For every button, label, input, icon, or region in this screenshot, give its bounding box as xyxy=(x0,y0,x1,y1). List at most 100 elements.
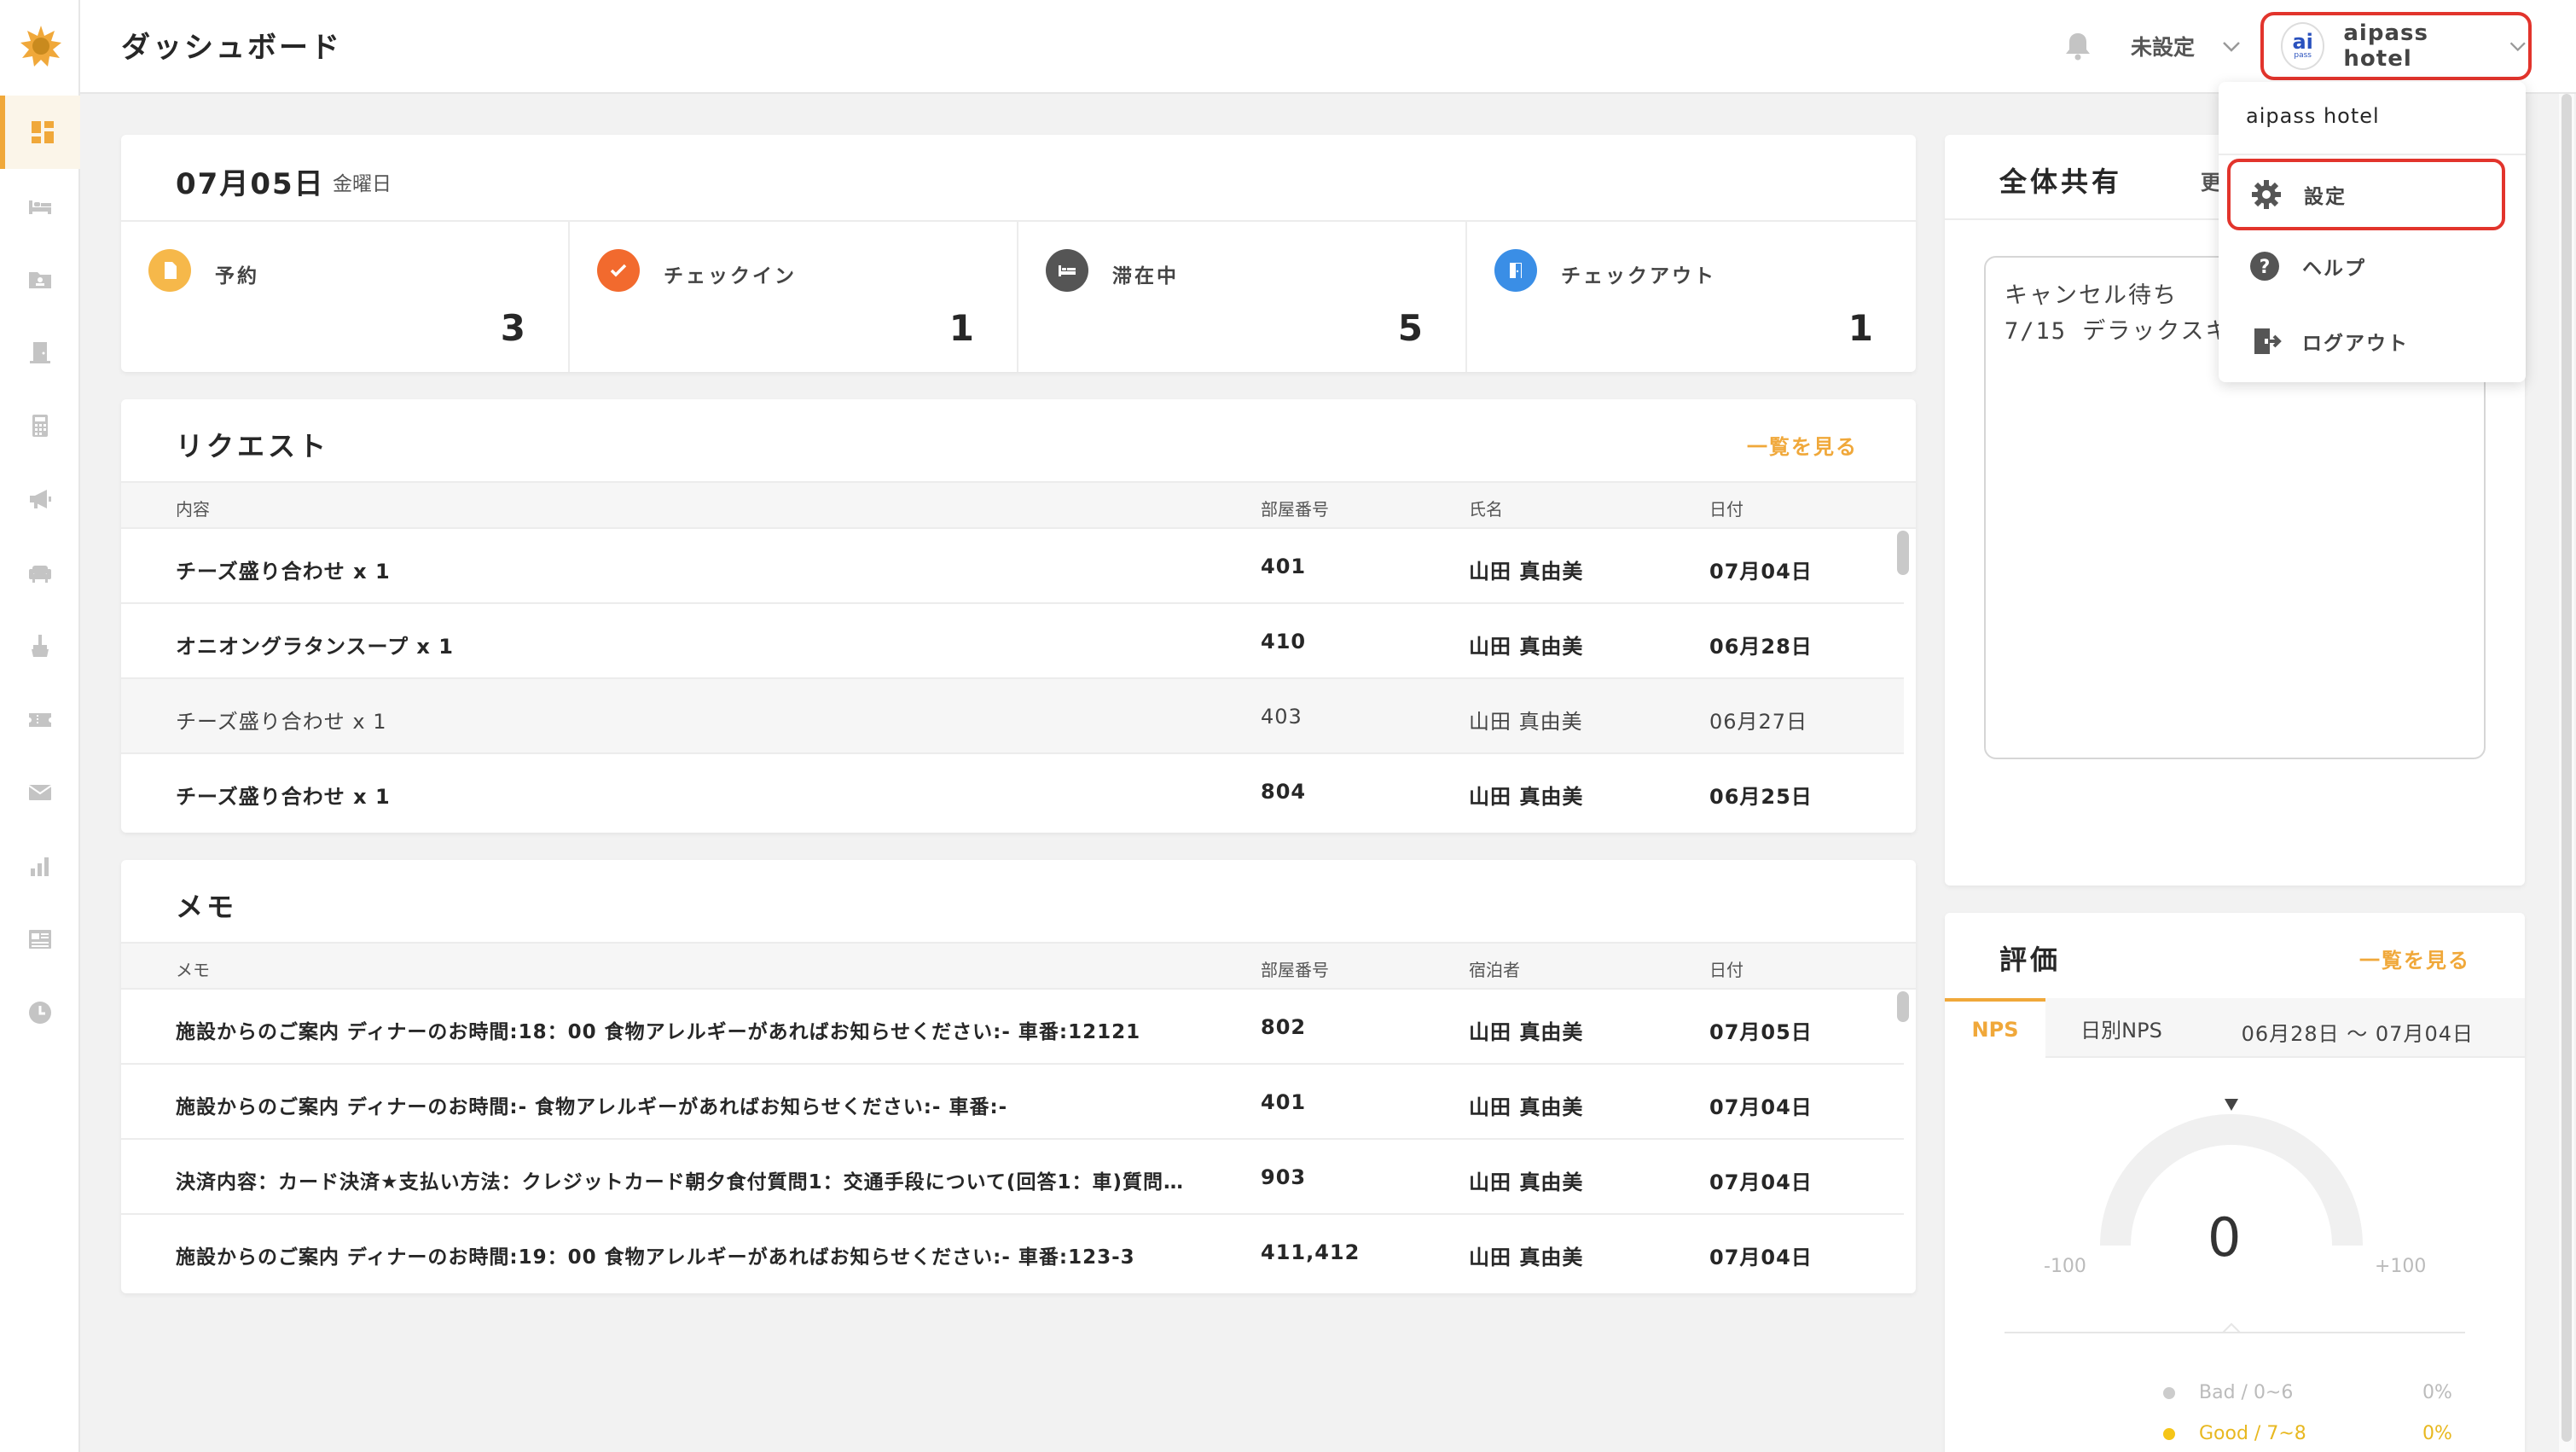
stat-reservations[interactable]: 予約 3 xyxy=(121,222,570,372)
requests-card: リクエスト 一覧を見る 内容 部屋番号 氏名 日付 チーズ盛り合わせ x 1 4… xyxy=(121,399,1916,833)
page-scrollbar[interactable] xyxy=(2559,94,2574,1452)
cell-date: 06月27日 xyxy=(1709,710,1808,734)
dashboard-icon xyxy=(32,121,54,143)
sidebar-item-accounting[interactable] xyxy=(0,389,80,462)
date-range[interactable]: 06月28日 〜 07月04日 xyxy=(2242,1017,2474,1047)
sidebar-item-news[interactable] xyxy=(0,903,80,976)
table-row[interactable]: チーズ盛り合わせ x 1 403 山田 真由美 06月27日 xyxy=(121,679,1904,754)
stat-label: 予約 xyxy=(215,265,259,287)
cell-name: 山田 真由美 xyxy=(1469,635,1584,659)
menu-item-settings[interactable]: 設定 xyxy=(2227,159,2505,230)
requests-scrollbar[interactable] xyxy=(1897,531,1909,575)
column-header: 内容 xyxy=(176,499,210,520)
page-scrollbar-thumb[interactable] xyxy=(2561,94,2572,1442)
sidebar-item-cleaning[interactable] xyxy=(0,609,80,682)
stat-value: 1 xyxy=(949,307,974,349)
cell-room: 401 xyxy=(1261,1090,1307,1114)
share-title: 全体共有 xyxy=(1999,166,2123,198)
table-row[interactable]: チーズ盛り合わせ x 1 401 山田 真由美 07月04日 xyxy=(121,529,1904,604)
legend-dot-bad xyxy=(2163,1387,2175,1399)
stat-staying[interactable]: 滞在中 5 xyxy=(1018,222,1467,372)
table-row[interactable]: チーズ盛り合わせ x 1 804 山田 真由美 06月25日 xyxy=(121,754,1904,829)
sidebar-item-guests[interactable] xyxy=(0,242,80,316)
menu-item-logout[interactable]: ログアウト xyxy=(2229,305,2502,377)
sidebar xyxy=(0,0,80,1452)
aipass-logo-icon[interactable] xyxy=(19,24,63,68)
clock-icon xyxy=(29,1002,51,1024)
memo-card: メモ メモ 部屋番号 宿泊者 日付 施設からのご案内 ディナーのお時間:18：0… xyxy=(121,860,1916,1293)
today-weekday: 金曜日 xyxy=(333,173,392,195)
tab-daily-nps[interactable]: 日別NPS xyxy=(2045,998,2197,1058)
rating-tabs: NPS 日別NPS 06月28日 〜 07月04日 xyxy=(1945,998,2525,1058)
tab-nps[interactable]: NPS xyxy=(1945,998,2045,1058)
door-icon xyxy=(30,342,50,363)
top-header: ダッシュボード 未設定 ai pass aipass hotel xyxy=(80,0,2576,94)
chevron-down-icon[interactable] xyxy=(2219,34,2243,58)
rating-see-all-link[interactable]: 一覧を見る xyxy=(2359,944,2470,973)
cell-room: 410 xyxy=(1261,630,1307,653)
stats-row: 予約 3 チェックイン 1 滞在中 5 チェックアウト 1 xyxy=(121,220,1916,372)
requests-see-all-link[interactable]: 一覧を見る xyxy=(1747,430,1858,460)
stat-value: 5 xyxy=(1397,307,1423,349)
status-select[interactable]: 未設定 xyxy=(2131,31,2195,61)
reservation-icon xyxy=(148,249,191,292)
column-header: 日付 xyxy=(1709,960,1743,980)
cell-room: 802 xyxy=(1261,1015,1307,1039)
table-row[interactable]: 施設からのご案内 ディナーのお時間:19：00 食物アレルギーがあればお知らせく… xyxy=(121,1215,1904,1290)
menu-item-help[interactable]: ? ヘルプ xyxy=(2229,230,2502,302)
cell-date: 07月04日 xyxy=(1709,1170,1813,1194)
nps-value: 0 xyxy=(2208,1206,2242,1269)
legend-pct-bad: 0% xyxy=(2422,1382,2452,1403)
cell-name: 山田 真由美 xyxy=(1469,560,1584,584)
today-date: 07月05日 xyxy=(176,167,325,201)
mail-icon xyxy=(28,785,52,800)
cell-content: チーズ盛り合わせ x 1 xyxy=(176,710,387,734)
menu-item-label: ログアウト xyxy=(2302,333,2409,355)
cleaning-icon xyxy=(32,635,49,657)
table-row[interactable]: 決済内容：カード決済★支払い方法：クレジットカード朝夕食付質問1：交通手段につい… xyxy=(121,1140,1904,1215)
stat-checkout[interactable]: チェックアウト 1 xyxy=(1467,222,1916,372)
sidebar-item-analytics[interactable] xyxy=(0,829,80,903)
logout-icon xyxy=(2254,328,2282,354)
sidebar-item-history[interactable] xyxy=(0,976,80,1049)
table-row[interactable]: オニオングラタンスープ x 1 410 山田 真由美 06月28日 xyxy=(121,604,1904,679)
bell-icon[interactable] xyxy=(2061,29,2095,63)
rating-card: 評価 一覧を見る NPS 日別NPS 06月28日 〜 07月04日 0 -10… xyxy=(1945,913,2525,1452)
checkout-icon xyxy=(1494,249,1537,292)
checkin-icon xyxy=(597,249,640,292)
account-menu-button[interactable]: ai pass aipass hotel xyxy=(2260,12,2532,80)
column-header: 日付 xyxy=(1709,499,1743,520)
cell-name: 山田 真由美 xyxy=(1469,1095,1584,1119)
cell-content: 施設からのご案内 ディナーのお時間:19：00 食物アレルギーがあればお知らせく… xyxy=(176,1246,1135,1269)
page-title: ダッシュボード xyxy=(121,31,342,65)
requests-title: リクエスト xyxy=(176,430,330,462)
sidebar-item-dashboard[interactable] xyxy=(0,96,80,169)
memo-title: メモ xyxy=(176,891,238,923)
table-row[interactable]: 施設からのご案内 ディナーのお時間:- 食物アレルギーがあればお知らせください:… xyxy=(121,1065,1904,1140)
hotel-avatar: ai pass xyxy=(2281,22,2325,70)
sidebar-item-mail[interactable] xyxy=(0,756,80,829)
staying-icon xyxy=(1046,249,1088,292)
hotel-name: aipass hotel xyxy=(2343,20,2428,72)
sidebar-item-coupons[interactable] xyxy=(0,682,80,756)
memo-scrollbar[interactable] xyxy=(1897,991,1909,1022)
cell-room: 401 xyxy=(1261,555,1307,578)
sidebar-item-lounge[interactable] xyxy=(0,536,80,609)
menu-item-label: 設定 xyxy=(2304,186,2347,208)
stat-value: 3 xyxy=(500,307,525,349)
stat-label: チェックイン xyxy=(664,265,797,287)
sidebar-item-checkin[interactable] xyxy=(0,316,80,389)
sidebar-item-rooms[interactable] xyxy=(0,169,80,242)
help-icon: ? xyxy=(2250,252,2279,281)
cell-date: 06月28日 xyxy=(1709,635,1813,659)
cell-date: 06月25日 xyxy=(1709,785,1813,809)
column-header: メモ xyxy=(176,960,210,980)
table-row[interactable]: 施設からのご案内 ディナーのお時間:18：00 食物アレルギーがあればお知らせく… xyxy=(121,990,1904,1065)
sidebar-item-announcements[interactable] xyxy=(0,462,80,536)
lounge-chair-icon xyxy=(29,566,51,583)
svg-text:?: ? xyxy=(2260,257,2271,278)
stat-value: 1 xyxy=(1848,307,1873,349)
cell-name: 山田 真由美 xyxy=(1469,785,1584,809)
stat-checkin[interactable]: チェックイン 1 xyxy=(570,222,1018,372)
legend-dot-good xyxy=(2163,1428,2175,1440)
